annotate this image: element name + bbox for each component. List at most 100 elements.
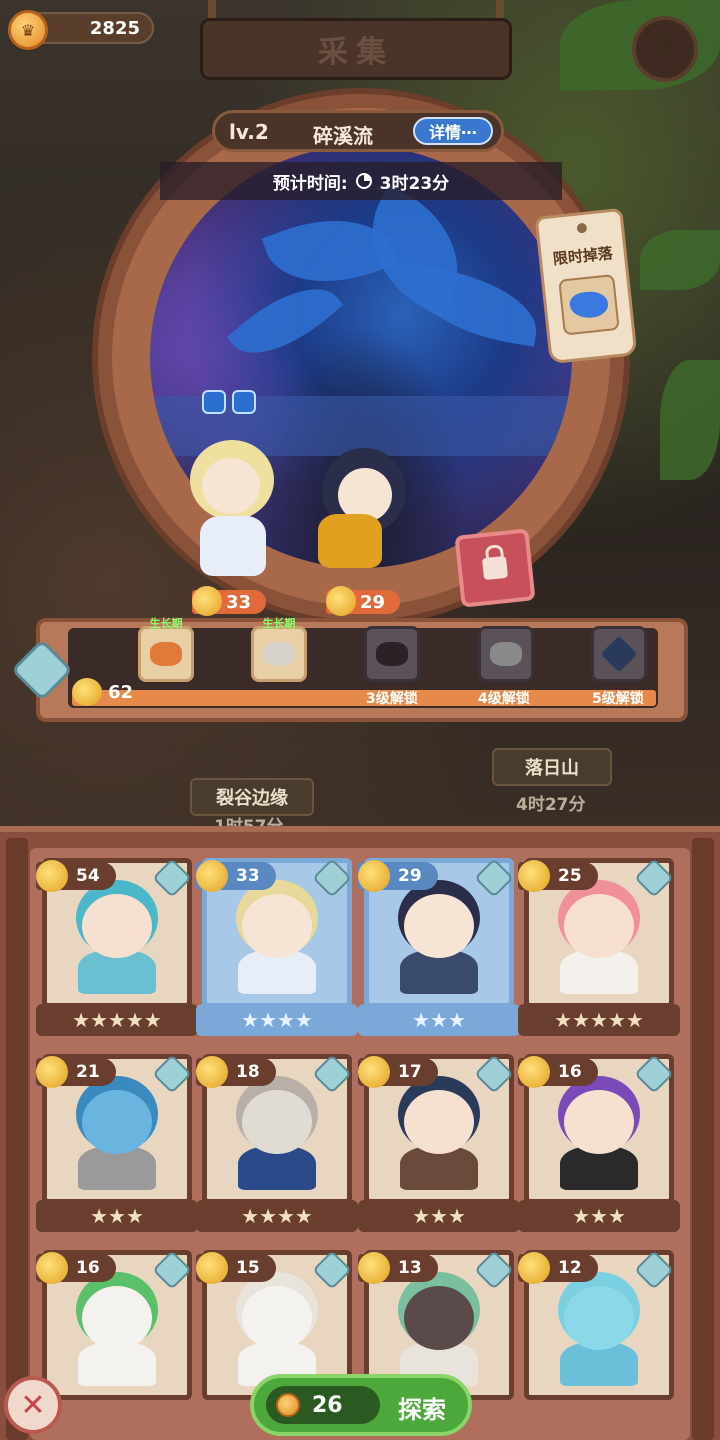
limited-drop-tag[interactable]: 限时掉落 — [534, 207, 638, 365]
character-card[interactable]: 16 — [36, 1250, 192, 1426]
close-button[interactable]: ✕ — [4, 1376, 62, 1434]
character-power: 25 — [518, 860, 598, 892]
character-portrait — [234, 894, 320, 994]
team-hero-girl[interactable] — [316, 448, 416, 588]
growth-stage-label: 生长期 — [262, 617, 296, 630]
power-icon — [72, 678, 102, 706]
portrait-head — [82, 1286, 152, 1350]
coin-counter[interactable]: ♛ 2825 — [8, 10, 154, 50]
star-rating: ★★★★★ — [36, 1004, 198, 1036]
character-portrait — [74, 1090, 160, 1190]
star-icons: ★★★ — [412, 1008, 466, 1032]
page-title-text: 采集 — [318, 35, 394, 70]
growth-stage-label: 生长期 — [149, 617, 183, 630]
explore-label: 探索 — [398, 1396, 446, 1424]
portrait-head — [564, 1286, 634, 1350]
character-card[interactable]: 25 ★★★★★ — [518, 858, 680, 1036]
hero-power: 29 — [326, 586, 400, 616]
character-card[interactable]: 54 ★★★★★ — [36, 858, 198, 1036]
question-icon: ? — [656, 31, 674, 67]
character-portrait — [556, 1090, 642, 1190]
details-button[interactable]: 详情⋯ — [413, 117, 493, 145]
portrait-head — [404, 894, 474, 958]
help-button[interactable]: ? — [632, 16, 698, 82]
power-icon — [326, 586, 356, 616]
power-icon — [196, 1252, 228, 1284]
character-power: 15 — [196, 1252, 276, 1284]
panel-post — [692, 838, 714, 1440]
skill-icon — [232, 390, 256, 414]
power-icon — [518, 1252, 550, 1284]
character-portrait — [74, 894, 160, 994]
shell-icon — [150, 642, 182, 666]
hero-face — [202, 458, 260, 514]
hero-power: 33 — [192, 586, 266, 616]
star-icons: ★★★★ — [241, 1008, 313, 1032]
power-icon — [358, 1252, 390, 1284]
skill-icon — [202, 390, 226, 414]
reward-item-locked[interactable] — [364, 626, 420, 682]
crown-coin-icon: ♛ — [8, 10, 48, 50]
character-card[interactable]: 16 ★★★ — [518, 1054, 680, 1232]
reward-item-locked[interactable] — [478, 626, 534, 682]
map-location-sign[interactable]: 落日山 — [492, 748, 612, 786]
unlock-requirement: 4级解锁 — [478, 691, 530, 707]
tag-hole — [576, 222, 588, 234]
reward-item-ore[interactable]: 生长期 — [251, 617, 307, 682]
character-power-value: 12 — [558, 1258, 582, 1278]
character-card[interactable]: 12 — [518, 1250, 674, 1426]
portrait-head — [242, 1286, 312, 1350]
character-card[interactable]: 18 ★★★★ — [196, 1054, 358, 1232]
star-rating: ★★★★ — [196, 1200, 358, 1232]
star-rating: ★★★★ — [196, 1004, 358, 1036]
power-icon — [518, 1056, 550, 1088]
reward-item-locked[interactable] — [591, 626, 647, 682]
map-location-sign[interactable]: 裂谷边缘 — [190, 778, 314, 816]
character-card[interactable]: 21 ★★★ — [36, 1054, 198, 1232]
eta-value: 3时23分 — [379, 173, 450, 194]
portrait-head — [242, 894, 312, 958]
character-power: 54 — [36, 860, 116, 892]
character-portrait — [234, 1090, 320, 1190]
character-card[interactable]: 29 ★★★ — [358, 858, 520, 1036]
location-level: lv.2 — [229, 120, 269, 144]
character-portrait — [556, 1286, 642, 1386]
character-power: 16 — [518, 1056, 598, 1088]
explore-cost: 26 — [266, 1386, 380, 1424]
foliage — [660, 360, 720, 480]
slime-icon — [568, 289, 610, 320]
character-portrait — [396, 1090, 482, 1190]
locked-slot[interactable] — [454, 528, 536, 608]
total-power-value: 62 — [108, 681, 134, 703]
explore-button[interactable]: 26 探索 — [250, 1374, 472, 1436]
power-progress-bar — [72, 690, 656, 706]
power-icon — [36, 1056, 68, 1088]
locked-crystal-icon — [600, 635, 638, 673]
clock-icon — [355, 173, 372, 189]
character-power-value: 16 — [76, 1258, 100, 1278]
reward-item-shell[interactable]: 生长期 — [138, 617, 194, 682]
power-icon — [36, 1252, 68, 1284]
character-card[interactable]: 33 ★★★★ — [196, 858, 358, 1036]
hero-power-value: 33 — [226, 591, 252, 613]
character-power-value: 21 — [76, 1062, 100, 1082]
scene-leaf — [405, 265, 545, 347]
power-icon — [196, 1056, 228, 1088]
portrait-head — [404, 1286, 474, 1350]
map-location-name: 落日山 — [525, 758, 579, 779]
character-card[interactable]: 17 ★★★ — [358, 1054, 520, 1232]
limited-drop-item[interactable] — [558, 274, 620, 336]
map-location-name: 裂谷边缘 — [216, 788, 288, 809]
locked-item-icon — [376, 642, 408, 666]
character-power: 13 — [358, 1252, 438, 1284]
character-power-value: 18 — [236, 1062, 260, 1082]
close-icon: ✕ — [20, 1387, 46, 1423]
character-power: 29 — [358, 860, 438, 892]
team-hero-knight[interactable] — [180, 440, 290, 590]
character-portrait — [396, 894, 482, 994]
character-power-value: 15 — [236, 1258, 260, 1278]
page-title: 采集 — [200, 18, 512, 80]
foliage — [640, 230, 720, 290]
portrait-head — [564, 1090, 634, 1154]
total-power: 62 — [72, 678, 133, 706]
